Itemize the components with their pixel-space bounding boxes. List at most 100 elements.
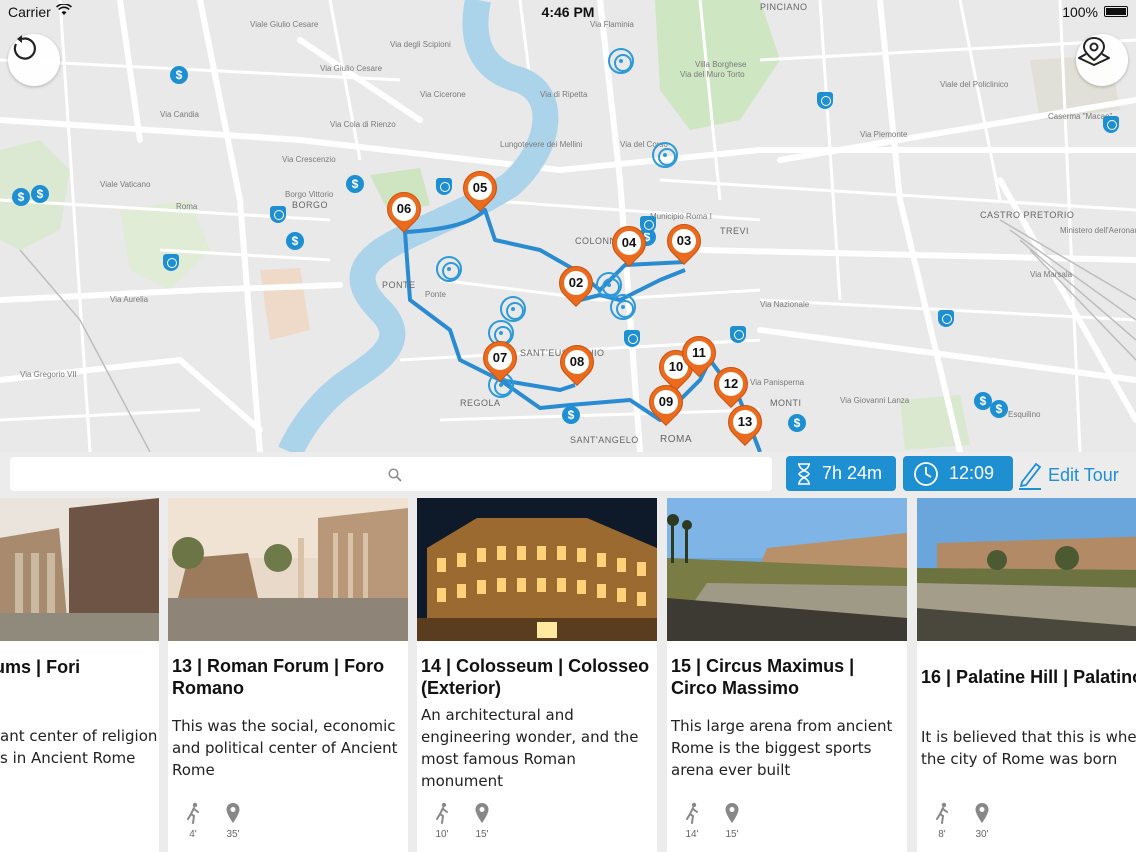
- map-label-via-giulio-cesare: Via Giulio Cesare: [320, 64, 383, 73]
- tour-stop-title: 16 | Palatine Hill | Palatino: [921, 667, 1136, 687]
- police-icon[interactable]: [624, 330, 640, 347]
- map-label-castro-pretorio: CASTRO PRETORIO: [980, 210, 1075, 220]
- tour-stop-number: 06: [392, 197, 416, 221]
- app-window: Carrier 4:46 PM 100% Via Giulio Cesare V…: [0, 0, 1136, 852]
- refresh-button[interactable]: [8, 34, 60, 86]
- attraction-target-icon[interactable]: [608, 48, 634, 74]
- tour-stop-pin[interactable]: 11: [674, 328, 724, 382]
- bank-icon[interactable]: $: [170, 66, 188, 84]
- tour-stop-pin[interactable]: 13: [720, 397, 770, 451]
- tour-stop-description: This was the social, economic and politi…: [172, 717, 398, 779]
- map-label-via-di-ripetta: Via di Ripetta: [540, 90, 588, 99]
- walking-time: 4': [178, 802, 208, 840]
- map-label-santangelo: SANT'ANGELO: [570, 435, 639, 445]
- tour-stop-card[interactable]: 13 | Roman Forum | Foro Romano This was …: [168, 498, 408, 852]
- attraction-target-icon[interactable]: [500, 296, 526, 322]
- tour-stop-description: ant center of religion s in Ancient Rome: [0, 727, 158, 767]
- tour-stop-number: 08: [565, 350, 589, 374]
- map-view[interactable]: Via Giulio Cesare Viale Giulio Cesare Vi…: [0, 0, 1136, 452]
- walking-icon: [927, 802, 957, 827]
- visit-time-value: 15': [475, 829, 489, 840]
- tour-start-time-value: 12:09: [949, 463, 995, 483]
- bank-icon[interactable]: $: [562, 406, 580, 424]
- visit-time: 15': [467, 802, 497, 840]
- tour-stop-card[interactable]: 14 | Colosseum | Colosseo (Exterior) An …: [417, 498, 657, 852]
- roman-forum-photo: [168, 498, 408, 641]
- attraction-target-icon[interactable]: [436, 256, 462, 282]
- walking-icon: [677, 802, 707, 827]
- map-label-ponte-district: PONTE: [382, 280, 416, 290]
- police-icon[interactable]: [163, 254, 179, 271]
- tour-stop-pin[interactable]: 05: [455, 163, 505, 217]
- palatine-hill-photo: [917, 498, 1136, 641]
- visit-time-value: 35': [226, 829, 240, 840]
- imperial-forums-photo: [0, 498, 159, 641]
- map-pin-icon: [967, 802, 997, 827]
- visit-time: 30': [967, 802, 997, 840]
- map-label-roma-small: Roma: [176, 202, 198, 211]
- walking-time-value: 10': [435, 829, 449, 840]
- tour-start-time-button[interactable]: 12:09: [903, 456, 1013, 491]
- police-icon[interactable]: [270, 206, 286, 223]
- police-icon[interactable]: [817, 92, 833, 109]
- tour-stop-pin[interactable]: 02: [551, 258, 601, 312]
- police-icon[interactable]: [938, 310, 954, 327]
- attraction-target-icon[interactable]: [652, 142, 678, 168]
- walking-time: 8': [927, 802, 957, 840]
- bank-icon[interactable]: $: [346, 175, 364, 193]
- tour-duration-value: 7h 24m: [822, 463, 883, 483]
- tour-stop-card[interactable]: 15 | Circus Maximus | Circo Massimo This…: [667, 498, 907, 852]
- tour-stop-title: 15 | Circus Maximus | Circo Massimo: [671, 656, 855, 698]
- tour-stops-carousel[interactable]: erial Forums | Fori ant center of religi…: [0, 498, 1136, 852]
- hourglass-icon: [796, 462, 812, 486]
- bank-icon[interactable]: $: [990, 400, 1008, 418]
- tour-stop-pin[interactable]: 06: [379, 184, 429, 238]
- map-pin-icon: [467, 802, 497, 827]
- attraction-target-icon[interactable]: [610, 294, 636, 320]
- map-pin-icon: [717, 802, 747, 827]
- map-label-via-marsala: Via Marsala: [1030, 270, 1073, 279]
- map-location-button[interactable]: [1076, 34, 1128, 86]
- clock-icon: [913, 461, 939, 487]
- tour-stop-title: erial Forums | Fori: [0, 657, 81, 677]
- tour-stop-pin[interactable]: 04: [604, 218, 654, 272]
- tour-stop-pin[interactable]: 08: [552, 337, 602, 391]
- bank-icon[interactable]: $: [286, 232, 304, 250]
- police-icon[interactable]: [730, 326, 746, 343]
- map-label-regola: REGOLA: [460, 398, 501, 408]
- edit-tour-button[interactable]: Edit Tour: [1018, 458, 1119, 492]
- tour-stop-card[interactable]: erial Forums | Fori ant center of religi…: [0, 498, 159, 852]
- map-label-via-piemonte: Via Piemonte: [860, 130, 908, 139]
- tour-stop-card[interactable]: 16 | Palatine Hill | Palatino It is beli…: [917, 498, 1136, 852]
- walking-time-value: 4': [189, 829, 197, 840]
- tour-stop-title: 14 | Colosseum | Colosseo (Exterior): [421, 656, 650, 698]
- edit-tour-label: Edit Tour: [1048, 464, 1119, 485]
- police-icon[interactable]: [436, 178, 452, 195]
- map-label-via-nazionale: Via Nazionale: [760, 300, 810, 309]
- tour-toolbar: 7h 24m 12:09 Edit Tour: [0, 452, 1136, 498]
- search-bar[interactable]: [10, 457, 772, 491]
- tour-stop-description: An architectural and engineering wonder,…: [421, 706, 639, 790]
- map-label-via-gregorio: Via Gregorio VII: [20, 370, 77, 379]
- map-label-via-candia: Via Candia: [160, 110, 199, 119]
- bank-icon[interactable]: $: [788, 414, 806, 432]
- map-label-viale-vaticano: Viale Vaticano: [100, 180, 151, 189]
- bank-icon[interactable]: $: [12, 188, 30, 206]
- tour-stop-number: 05: [468, 176, 492, 200]
- bank-icon[interactable]: $: [31, 185, 49, 203]
- clock-time: 4:46 PM: [541, 4, 595, 20]
- tour-stop-number: 11: [687, 341, 711, 365]
- visit-time: 35': [218, 802, 248, 840]
- map-label-roma: ROMA: [660, 434, 692, 445]
- tour-stop-pin[interactable]: 09: [641, 377, 691, 431]
- map-label-via-panisperna: Via Panisperna: [750, 378, 805, 387]
- attraction-target-icon[interactable]: [596, 272, 622, 298]
- map-label-monti: MONTI: [770, 398, 802, 408]
- status-bar: Carrier 4:46 PM 100%: [0, 0, 1136, 24]
- tour-stop-pin[interactable]: 03: [659, 216, 709, 270]
- map-label-ponte: Ponte: [425, 290, 446, 299]
- map-label-via-degli-scipioni: Via degli Scipioni: [390, 40, 451, 49]
- police-icon[interactable]: [1103, 116, 1119, 133]
- map-label-via-cicerone: Via Cicerone: [420, 90, 466, 99]
- tour-stop-pin[interactable]: 07: [475, 333, 525, 387]
